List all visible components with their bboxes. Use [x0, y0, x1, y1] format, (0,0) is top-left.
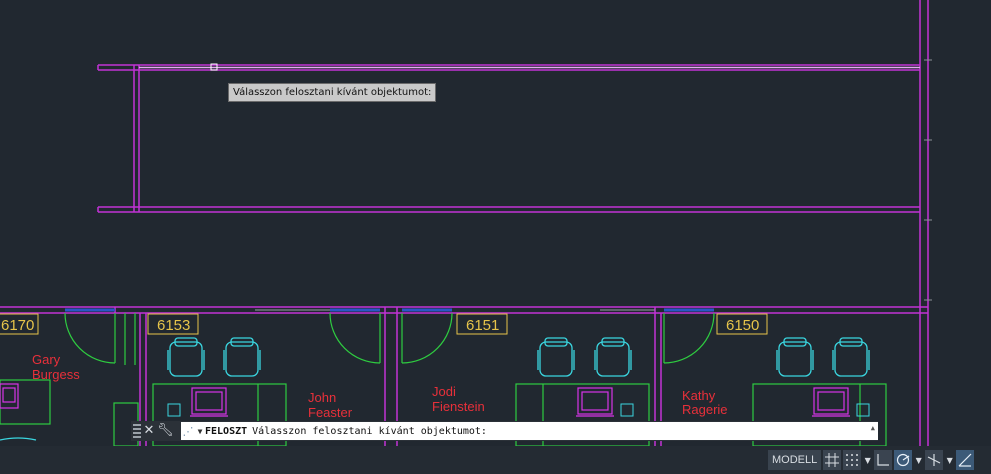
- status-bar: MODELL ▼ ▼ ▼: [0, 446, 991, 474]
- drag-handle[interactable]: [133, 424, 141, 438]
- occupant-last-name: Feaster: [308, 405, 353, 420]
- grid-icon[interactable]: [823, 450, 842, 470]
- chevron-down-icon[interactable]: ▼: [863, 450, 872, 470]
- drawing-canvas[interactable]: 6170 6153 6151 6150 Gary Burgess John Fe…: [0, 0, 991, 446]
- room-tag-6151: 6151: [466, 317, 499, 334]
- occupant-first-name: John: [308, 390, 336, 405]
- chevron-down-icon[interactable]: ▼: [945, 450, 954, 470]
- right-walls: [919, 0, 929, 446]
- selected-object: [97, 64, 920, 213]
- phones: [167, 403, 870, 417]
- wrench-icon[interactable]: 🔧︎: [157, 422, 174, 440]
- ortho-icon[interactable]: [874, 450, 893, 470]
- occupant-first-name: Kathy: [682, 388, 716, 403]
- room-tag-6170: 6170: [1, 317, 34, 334]
- polar-icon[interactable]: [894, 450, 913, 470]
- osnap-tracking-icon[interactable]: [956, 450, 975, 470]
- occupant-first-name: Gary: [32, 352, 61, 367]
- snap-icon[interactable]: [843, 450, 862, 470]
- occupant-first-name: Jodi: [432, 384, 456, 399]
- command-prompt-text: Válasszon felosztani kívánt objektumot:: [252, 425, 487, 437]
- room-tag-6153: 6153: [157, 317, 190, 334]
- command-input[interactable]: ⋰ ▼ FELOSZT Válasszon felosztani kívánt …: [181, 422, 878, 440]
- isodraft-icon[interactable]: [925, 450, 944, 470]
- scroll-up-icon[interactable]: ▲: [871, 424, 875, 432]
- model-space-button[interactable]: MODELL: [768, 450, 822, 470]
- command-tooltip: Válasszon felosztani kívánt objektumot:: [228, 83, 437, 102]
- chevron-down-icon[interactable]: ▼: [195, 427, 205, 436]
- chevron-down-icon[interactable]: ▼: [914, 450, 923, 470]
- occupant-last-name: Ragerie: [682, 402, 728, 417]
- close-icon[interactable]: ✕: [141, 422, 157, 440]
- command-line: ✕ 🔧︎ ⋰ ▼ FELOSZT Válasszon felosztani kí…: [131, 421, 878, 441]
- command-name: FELOSZT: [205, 425, 248, 437]
- command-prompt-icon[interactable]: ⋰: [181, 425, 195, 438]
- room-tag-6150: 6150: [726, 317, 759, 334]
- occupant-last-name: Fienstein: [432, 399, 485, 414]
